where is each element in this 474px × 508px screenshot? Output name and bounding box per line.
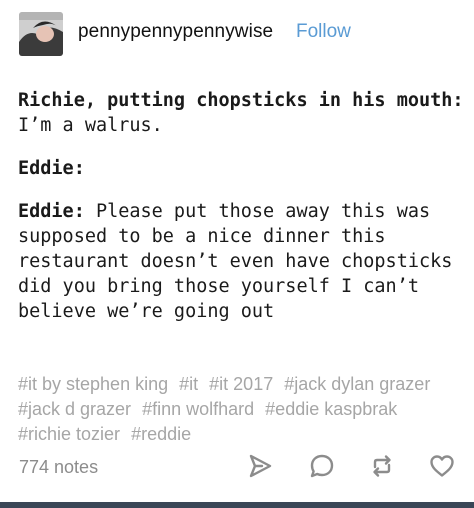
tag[interactable]: #it 2017 (209, 374, 273, 394)
tag-list: #it by stephen king #it #it 2017 #jack d… (18, 372, 458, 447)
reply-icon (310, 454, 334, 478)
dialogue-line: Eddie: Please put those away this was su… (18, 199, 464, 324)
tag[interactable]: #finn wolfhard (142, 399, 254, 419)
post-footer: 774 notes (0, 448, 474, 488)
dialogue-line: Richie, putting chopsticks in his mouth:… (18, 88, 464, 138)
tag[interactable]: #reddie (131, 424, 191, 444)
like-button[interactable] (428, 452, 456, 480)
tag[interactable]: #it (179, 374, 198, 394)
heart-icon (430, 455, 454, 477)
notes-count[interactable]: 774 notes (19, 457, 98, 478)
bottom-bar (0, 502, 474, 508)
tag[interactable]: #eddie kaspbrak (265, 399, 397, 419)
tag[interactable]: #jack dylan grazer (284, 374, 430, 394)
tag[interactable]: #richie tozier (18, 424, 120, 444)
speaker-label: Eddie: (18, 201, 85, 222)
follow-button[interactable]: Follow (296, 21, 351, 43)
dialogue-text: I’m a walrus. (18, 115, 163, 136)
dialogue-line: Eddie: (18, 156, 464, 181)
reply-button[interactable] (308, 452, 336, 480)
reblog-button[interactable] (368, 452, 396, 480)
post-header: pennypennypennywise Follow (0, 0, 474, 62)
tag[interactable]: #it by stephen king (18, 374, 168, 394)
post-body: Richie, putting chopsticks in his mouth:… (18, 88, 464, 342)
tag[interactable]: #jack d grazer (18, 399, 131, 419)
speaker-label: Eddie: (18, 158, 85, 179)
reblog-icon (373, 455, 391, 477)
speaker-label: Richie, putting chopsticks in his mouth: (18, 90, 464, 111)
avatar[interactable] (19, 12, 63, 56)
username[interactable]: pennypennypennywise (78, 21, 273, 43)
avatar-image (19, 12, 63, 56)
share-button[interactable] (246, 452, 274, 480)
share-icon (249, 454, 272, 478)
